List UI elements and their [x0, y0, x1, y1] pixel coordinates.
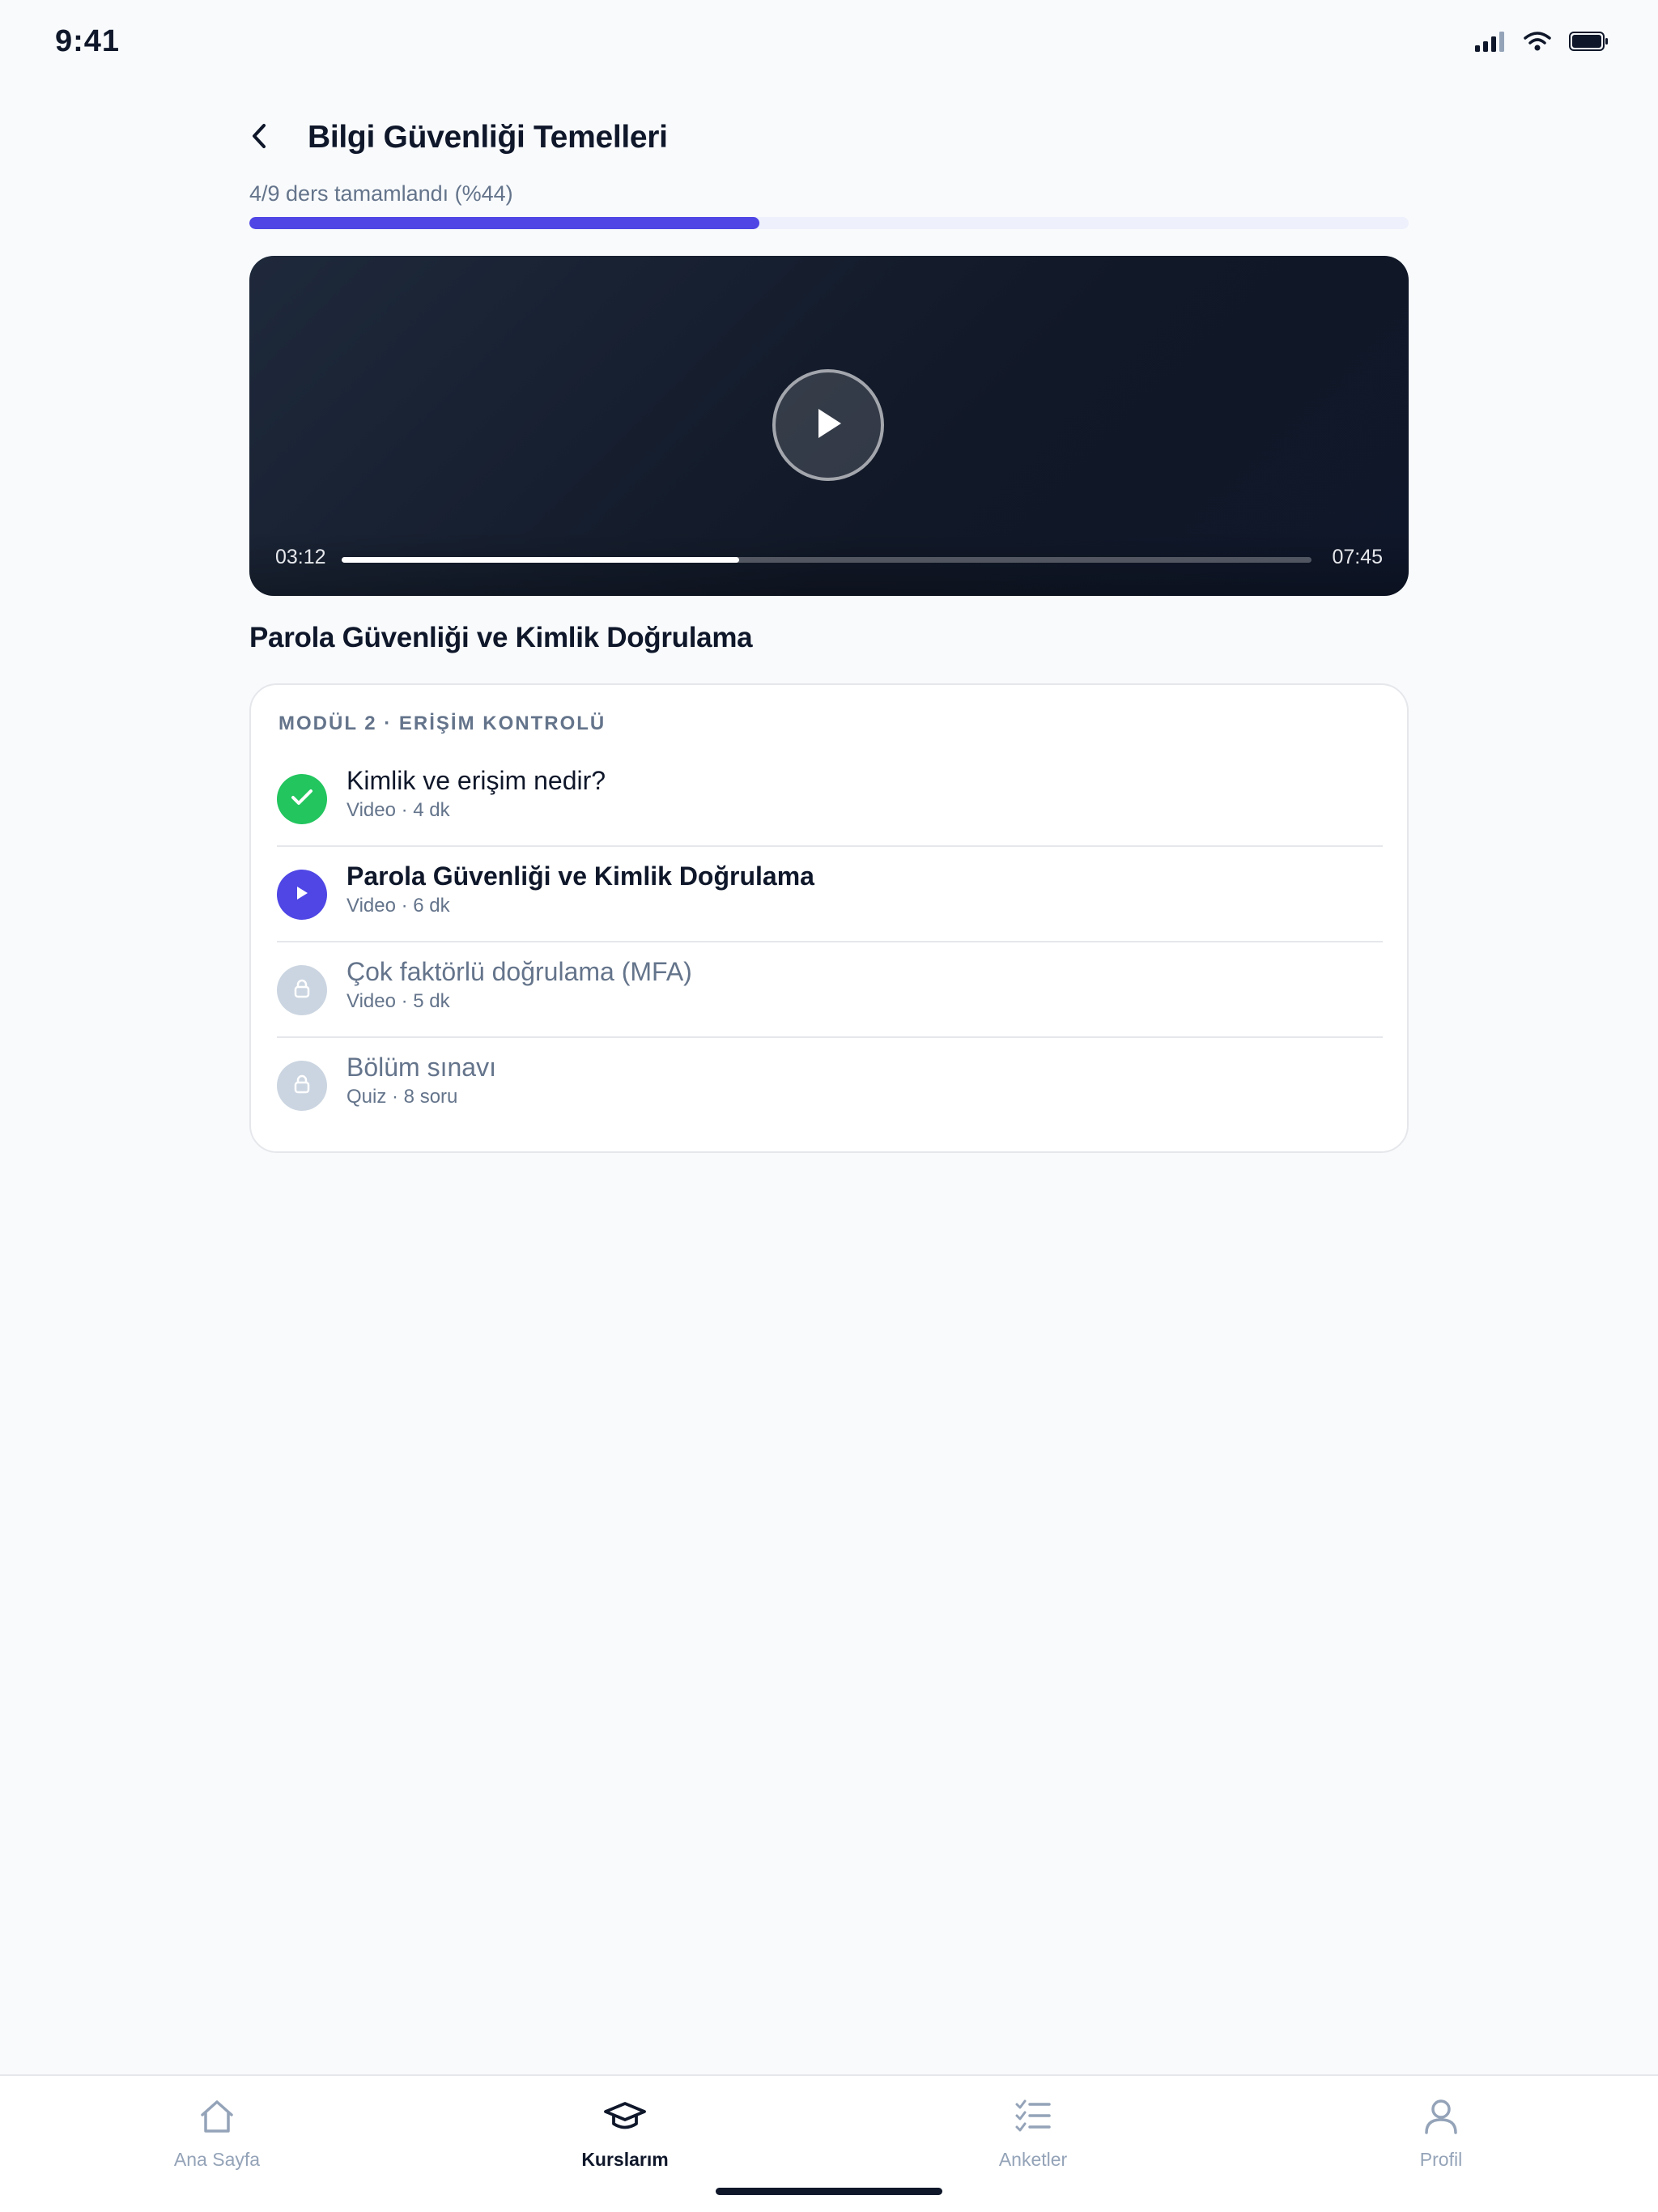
header: Bilgi Güvenliği Temelleri — [249, 113, 1409, 162]
video-seek-fill — [342, 557, 740, 563]
video-total-time: 07:45 — [1332, 546, 1383, 568]
lesson-title: Bölüm sınavı — [346, 1053, 496, 1082]
status-bar: 9:41 — [0, 0, 1658, 89]
video-seek-bar[interactable] — [342, 557, 1312, 563]
module-card: MODÜL 2 · ERİŞİM KONTROLÜ Kimlik ve eriş… — [249, 683, 1409, 1153]
play-button[interactable] — [772, 369, 884, 481]
tab-home[interactable]: Ana Sayfa — [136, 2092, 298, 2171]
lesson-title: Kimlik ve erişim nedir? — [346, 766, 606, 795]
module-label: MODÜL 2 · ERİŞİM KONTROLÜ — [278, 713, 606, 734]
lesson-item[interactable]: Çok faktörlü doğrulama (MFA) Video · 5 d… — [277, 942, 1383, 1038]
tab-my-courses[interactable]: Kurslarım — [544, 2092, 706, 2171]
lesson-status-completed — [277, 774, 327, 824]
lock-icon — [294, 1074, 310, 1098]
status-icons — [1475, 31, 1609, 56]
lock-icon — [294, 979, 310, 1002]
lesson-title: Parola Güvenliği ve Kimlik Doğrulama — [346, 861, 814, 891]
lesson-text: Çok faktörlü doğrulama (MFA) Video · 5 d… — [346, 957, 692, 1013]
lesson-meta: Video · 6 dk — [346, 895, 450, 917]
video-controls: 03:12 07:45 — [249, 531, 1409, 596]
lesson-meta: Quiz · 8 soru — [346, 1086, 458, 1108]
tab-profile[interactable]: Profil — [1360, 2092, 1522, 2171]
wifi-icon — [1524, 31, 1551, 56]
lesson-text: Parola Güvenliği ve Kimlik Doğrulama Vid… — [346, 861, 814, 917]
user-icon — [1360, 2092, 1522, 2141]
home-indicator — [716, 2188, 942, 2195]
lesson-list: Kimlik ve erişim nedir? Video · 4 dk Par… — [277, 751, 1383, 1134]
play-icon — [295, 886, 308, 904]
lesson-text: Kimlik ve erişim nedir? Video · 4 dk — [346, 766, 606, 822]
play-icon — [812, 406, 844, 445]
tab-surveys[interactable]: Anketler — [952, 2092, 1114, 2171]
lesson-status-locked — [277, 965, 327, 1015]
tab-label: Profil — [1419, 2149, 1463, 2170]
lesson-item[interactable]: Bölüm sınavı Quiz · 8 soru — [277, 1038, 1383, 1134]
graduation-cap-icon — [544, 2092, 706, 2141]
chevron-left-icon — [249, 122, 269, 154]
video-player[interactable]: 03:12 07:45 — [249, 256, 1409, 596]
home-icon — [136, 2092, 298, 2141]
lesson-status-active — [277, 870, 327, 920]
current-lesson-title: Parola Güvenliği ve Kimlik Doğrulama — [249, 622, 753, 653]
course-progress-label: 4/9 ders tamamlandı (%44) — [249, 181, 513, 206]
lesson-status-locked — [277, 1061, 327, 1111]
lesson-meta: Video · 4 dk — [346, 799, 450, 821]
status-time: 9:41 — [55, 24, 121, 58]
lesson-item[interactable]: Parola Güvenliği ve Kimlik Doğrulama Vid… — [277, 847, 1383, 942]
lesson-meta: Video · 5 dk — [346, 990, 450, 1012]
tab-bar: Ana Sayfa Kurslarım Anketler Profil — [0, 2074, 1658, 2212]
back-button[interactable] — [249, 113, 285, 162]
tab-label: Anketler — [998, 2149, 1068, 2170]
battery-icon — [1569, 31, 1609, 56]
video-current-time: 03:12 — [275, 546, 326, 568]
lesson-item[interactable]: Kimlik ve erişim nedir? Video · 4 dk — [277, 751, 1383, 847]
course-progress-fill — [249, 217, 760, 229]
lesson-title: Çok faktörlü doğrulama (MFA) — [346, 957, 692, 986]
course-progress-bar — [249, 217, 1409, 229]
tab-label: Kurslarım — [581, 2149, 669, 2170]
page-title: Bilgi Güvenliği Temelleri — [308, 120, 668, 155]
checklist-icon — [952, 2092, 1114, 2141]
check-icon — [291, 789, 313, 810]
lesson-text: Bölüm sınavı Quiz · 8 soru — [346, 1053, 496, 1108]
cellular-signal-icon — [1475, 31, 1506, 56]
tab-label: Ana Sayfa — [173, 2149, 261, 2170]
